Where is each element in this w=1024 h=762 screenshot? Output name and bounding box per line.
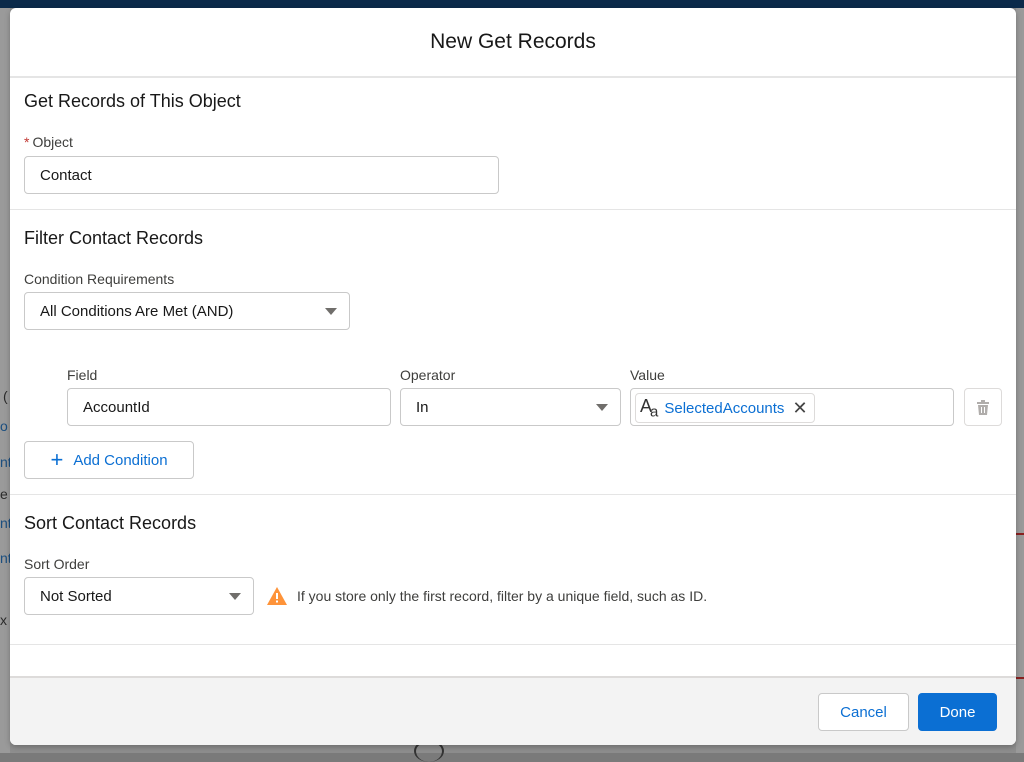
background-right-strip xyxy=(1016,8,1024,753)
sort-warning: If you store only the first record, filt… xyxy=(267,587,707,605)
object-section: Get Records of This Object * Object Conta… xyxy=(10,78,1016,210)
background-connector-line xyxy=(1016,677,1024,679)
modal-header: New Get Records xyxy=(10,8,1016,78)
close-icon[interactable]: ✕ xyxy=(792,398,807,419)
done-button-label: Done xyxy=(939,703,976,721)
condition-value-input[interactable]: Aa SelectedAccounts ✕ xyxy=(630,388,954,426)
add-condition-button[interactable]: + Add Condition xyxy=(24,441,194,479)
section-title-object: Get Records of This Object xyxy=(24,91,241,111)
condition-requirements-label: Condition Requirements xyxy=(24,271,175,287)
condition-operator-select[interactable]: In xyxy=(400,388,621,426)
background-text-fragment: o xyxy=(0,418,8,434)
condition-field-value: AccountId xyxy=(83,398,150,416)
value-pill[interactable]: Aa SelectedAccounts ✕ xyxy=(635,393,815,423)
value-label: Value xyxy=(630,367,665,383)
chevron-down-icon xyxy=(596,404,608,411)
background-top-bar xyxy=(0,0,1024,8)
object-input[interactable]: Contact xyxy=(24,156,499,194)
text-type-icon: Aa xyxy=(640,395,658,421)
done-button[interactable]: Done xyxy=(918,693,997,731)
cancel-button-label: Cancel xyxy=(840,703,887,721)
warning-text: If you store only the first record, filt… xyxy=(297,588,708,604)
modal-footer: Cancel Done xyxy=(10,676,1016,745)
warning-icon xyxy=(267,587,287,605)
object-label-text: Object xyxy=(32,134,73,150)
object-input-value: Contact xyxy=(40,166,92,184)
background-text-fragment: ( xyxy=(3,388,8,404)
condition-field-input[interactable]: AccountId xyxy=(67,388,391,426)
chevron-down-icon xyxy=(229,593,241,600)
modal-title: New Get Records xyxy=(430,30,596,53)
sort-order-label: Sort Order xyxy=(24,556,90,572)
field-label: Field xyxy=(67,367,98,383)
plus-icon: + xyxy=(50,447,64,472)
background-text-fragment: x xyxy=(0,612,7,628)
condition-requirements-value: All Conditions Are Met (AND) xyxy=(40,302,234,320)
sort-order-select[interactable]: Not Sorted xyxy=(24,577,254,615)
condition-operator-value: In xyxy=(416,398,429,416)
add-condition-label: Add Condition xyxy=(73,451,168,469)
sort-order-value: Not Sorted xyxy=(40,587,112,605)
new-get-records-modal: New Get Records Get Records of This Obje… xyxy=(10,8,1016,745)
section-title-filter: Filter Contact Records xyxy=(24,228,204,248)
object-label: * Object xyxy=(24,134,73,150)
operator-label: Operator xyxy=(400,367,456,383)
condition-requirements-select[interactable]: All Conditions Are Met (AND) xyxy=(24,292,350,330)
value-pill-text: SelectedAccounts xyxy=(664,399,785,417)
trash-icon xyxy=(977,399,989,415)
delete-condition-button[interactable] xyxy=(964,388,1002,426)
background-connector-line xyxy=(1016,533,1024,535)
filter-section: Filter Contact Records Condition Require… xyxy=(10,210,1016,495)
section-title-sort: Sort Contact Records xyxy=(24,513,197,533)
chevron-down-icon xyxy=(325,308,337,315)
background-text-fragment: e xyxy=(0,486,8,502)
required-indicator: * xyxy=(24,134,30,150)
cancel-button[interactable]: Cancel xyxy=(818,693,909,731)
background-left-strip xyxy=(0,8,10,753)
sort-section: Sort Contact Records Sort Order Not Sort… xyxy=(10,495,1016,645)
